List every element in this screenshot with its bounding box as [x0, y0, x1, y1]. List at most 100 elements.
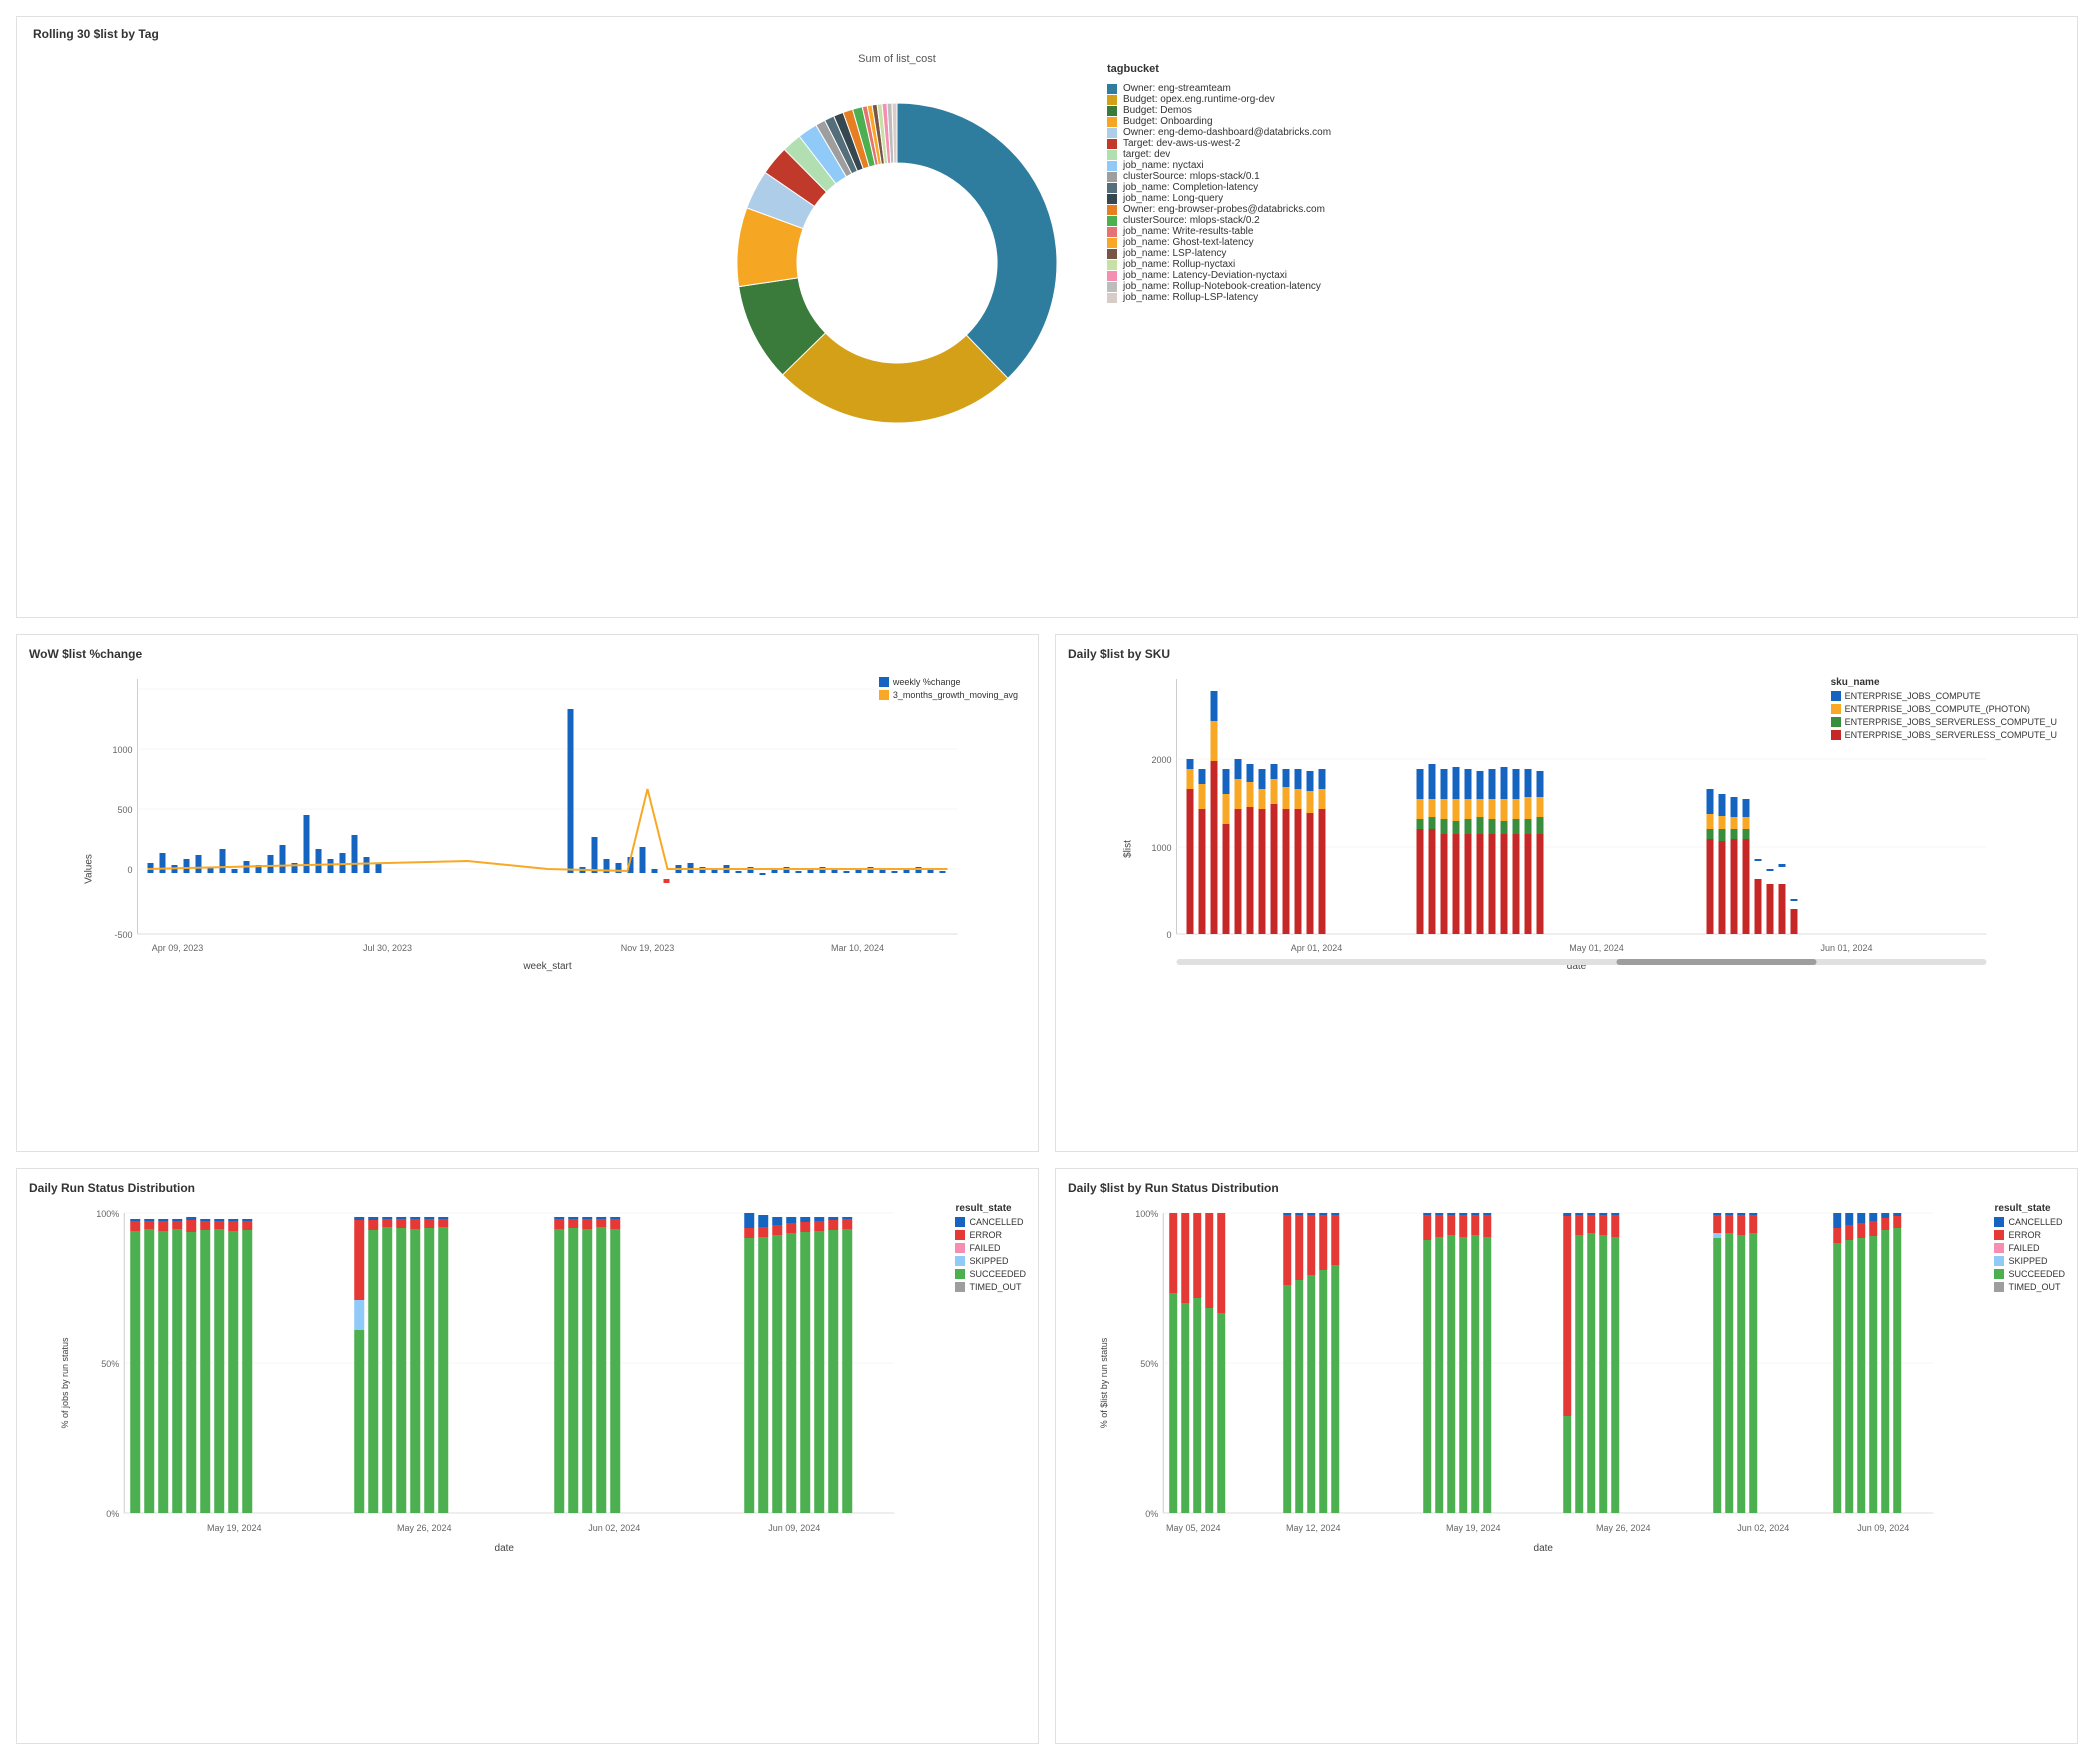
run-legend-1: CANCELLED: [955, 1217, 1026, 1227]
legend-container: tagbucket Owner: eng-streamteamBudget: o…: [1107, 63, 1387, 303]
sku-legend-color-1: [1831, 691, 1841, 701]
top-chart-title: Rolling 30 $list by Tag: [33, 27, 159, 41]
run-legend-color-5: [955, 1269, 965, 1279]
svg-text:May 19, 2024: May 19, 2024: [207, 1523, 262, 1533]
svg-text:Apr 01, 2024: Apr 01, 2024: [1291, 943, 1343, 953]
sku-chart-legend: sku_name ENTERPRISE_JOBS_COMPUTE ENTERPR…: [1831, 677, 2057, 740]
legend-text-3: Budget: Onboarding: [1123, 116, 1213, 127]
svg-text:date: date: [495, 1543, 515, 1554]
list-run-legend-4: SKIPPED: [1994, 1256, 2065, 1266]
legend-color-0: [1107, 84, 1117, 94]
wow-legend-item-1: weekly %change: [879, 677, 1018, 687]
run-legend-6: TIMED_OUT: [955, 1282, 1026, 1292]
sku-legend-3: ENTERPRISE_JOBS_SERVERLESS_COMPUTE_U: [1831, 717, 2057, 727]
list-run-title: Daily $list by Run Status Distribution: [1068, 1181, 2065, 1195]
list-run-panel: Daily $list by Run Status Distribution 0…: [1055, 1168, 2078, 1744]
legend-text-0: Owner: eng-streamteam: [1123, 83, 1231, 94]
svg-text:May 26, 2024: May 26, 2024: [1596, 1523, 1651, 1533]
run-legend-2: ERROR: [955, 1230, 1026, 1240]
top-legend: Owner: eng-streamteamBudget: opex.eng.ru…: [1107, 83, 1387, 303]
legend-item-1: Budget: opex.eng.runtime-org-dev: [1107, 94, 1387, 105]
legend-title: tagbucket: [1107, 63, 1387, 75]
sku-legend-label-4: ENTERPRISE_JOBS_SERVERLESS_COMPUTE_U: [1845, 730, 2057, 740]
sku-chart-title: Daily $list by SKU: [1068, 647, 2065, 661]
list-run-legend-label-6: TIMED_OUT: [2008, 1282, 2060, 1292]
list-run-legend-label-5: SUCCEEDED: [2008, 1269, 2065, 1279]
svg-text:$list: $list: [1123, 840, 1134, 858]
svg-text:100%: 100%: [1135, 1209, 1158, 1219]
svg-text:50%: 50%: [1140, 1359, 1158, 1369]
list-run-legend-color-6: [1994, 1282, 2004, 1292]
run-legend-color-6: [955, 1282, 965, 1292]
legend-item-6: target: dev: [1107, 149, 1387, 160]
svg-text:% of $list by run status: % of $list by run status: [1099, 1338, 1109, 1429]
list-run-legend-label-3: FAILED: [2008, 1243, 2039, 1253]
legend-color-5: [1107, 139, 1117, 149]
svg-text:% of jobs by run status: % of jobs by run status: [60, 1337, 70, 1429]
bottom-section: Daily Run Status Distribution 0% 50% 100…: [16, 1168, 2078, 1744]
run-legend-4: SKIPPED: [955, 1256, 1026, 1266]
run-status-legend: result_state CANCELLED ERROR FAILED: [955, 1203, 1026, 1583]
legend-item-8: clusterSource: mlops-stack/0.1: [1107, 171, 1387, 182]
sku-legend-2: ENTERPRISE_JOBS_COMPUTE_(PHOTON): [1831, 704, 2057, 714]
legend-item-17: job_name: Latency-Deviation-nyctaxi: [1107, 270, 1387, 281]
list-run-legend-label-2: ERROR: [2008, 1230, 2041, 1240]
legend-color-9: [1107, 183, 1117, 193]
wow-legend-color-2: [879, 690, 889, 700]
legend-text-17: job_name: Latency-Deviation-nyctaxi: [1123, 270, 1287, 281]
legend-color-16: [1107, 260, 1117, 270]
legend-item-10: job_name: Long-query: [1107, 193, 1387, 204]
svg-text:Values: Values: [84, 854, 95, 884]
sku-legend-color-4: [1831, 730, 1841, 740]
legend-item-14: job_name: Ghost-text-latency: [1107, 237, 1387, 248]
legend-color-4: [1107, 128, 1117, 138]
legend-color-13: [1107, 227, 1117, 237]
legend-text-16: job_name: Rollup-nyctaxi: [1123, 259, 1235, 270]
sku-legend-title: sku_name: [1831, 677, 2057, 688]
legend-text-6: target: dev: [1123, 149, 1170, 160]
svg-text:0: 0: [127, 865, 132, 875]
svg-text:1000: 1000: [112, 745, 132, 755]
legend-color-11: [1107, 205, 1117, 215]
legend-color-12: [1107, 216, 1117, 226]
legend-item-13: job_name: Write-results-table: [1107, 226, 1387, 237]
legend-text-18: job_name: Rollup-Notebook-creation-laten…: [1123, 281, 1321, 292]
run-status-title: Daily Run Status Distribution: [29, 1181, 1026, 1195]
donut-container: Sum of list_cost: [707, 53, 1087, 453]
legend-item-4: Owner: eng-demo-dashboard@databricks.com: [1107, 127, 1387, 138]
legend-item-5: Target: dev-aws-us-west-2: [1107, 138, 1387, 149]
svg-text:Mar 10, 2024: Mar 10, 2024: [831, 943, 884, 953]
donut-subtitle: Sum of list_cost: [858, 53, 936, 65]
list-run-legend-1: CANCELLED: [1994, 1217, 2065, 1227]
legend-item-9: job_name: Completion-latency: [1107, 182, 1387, 193]
svg-text:0%: 0%: [106, 1509, 119, 1519]
run-legend-3: FAILED: [955, 1243, 1026, 1253]
run-status-svg: 0% 50% 100% % of jobs by run status May …: [29, 1203, 939, 1583]
legend-color-14: [1107, 238, 1117, 248]
svg-text:May 12, 2024: May 12, 2024: [1286, 1523, 1341, 1533]
svg-text:Jun 09, 2024: Jun 09, 2024: [1857, 1523, 1909, 1533]
svg-text:May 19, 2024: May 19, 2024: [1446, 1523, 1501, 1533]
sku-legend-color-3: [1831, 717, 1841, 727]
svg-text:2000: 2000: [1151, 755, 1171, 765]
legend-text-15: job_name: LSP-latency: [1123, 248, 1226, 259]
list-run-legend-label-1: CANCELLED: [2008, 1217, 2062, 1227]
sku-legend-4: ENTERPRISE_JOBS_SERVERLESS_COMPUTE_U: [1831, 730, 2057, 740]
sku-legend-1: ENTERPRISE_JOBS_COMPUTE: [1831, 691, 2057, 701]
run-legend-label-5: SUCCEEDED: [969, 1269, 1026, 1279]
run-status-legend-title: result_state: [955, 1203, 1026, 1214]
wow-legend-item-2: 3_months_growth_moving_avg: [879, 690, 1018, 700]
legend-item-12: clusterSource: mlops-stack/0.2: [1107, 215, 1387, 226]
legend-item-19: job_name: Rollup-LSP-latency: [1107, 292, 1387, 303]
donut-chart: [707, 73, 1087, 453]
list-run-legend-color-3: [1994, 1243, 2004, 1253]
legend-text-2: Budget: Demos: [1123, 105, 1192, 116]
legend-item-2: Budget: Demos: [1107, 105, 1387, 116]
run-legend-label-6: TIMED_OUT: [969, 1282, 1021, 1292]
wow-chart-panel: WoW $list %change weekly %change 3_month…: [16, 634, 1039, 1153]
legend-item-0: Owner: eng-streamteam: [1107, 83, 1387, 94]
svg-text:May 05, 2024: May 05, 2024: [1166, 1523, 1221, 1533]
list-run-legend-6: TIMED_OUT: [1994, 1282, 2065, 1292]
svg-text:0%: 0%: [1145, 1509, 1158, 1519]
legend-color-8: [1107, 172, 1117, 182]
